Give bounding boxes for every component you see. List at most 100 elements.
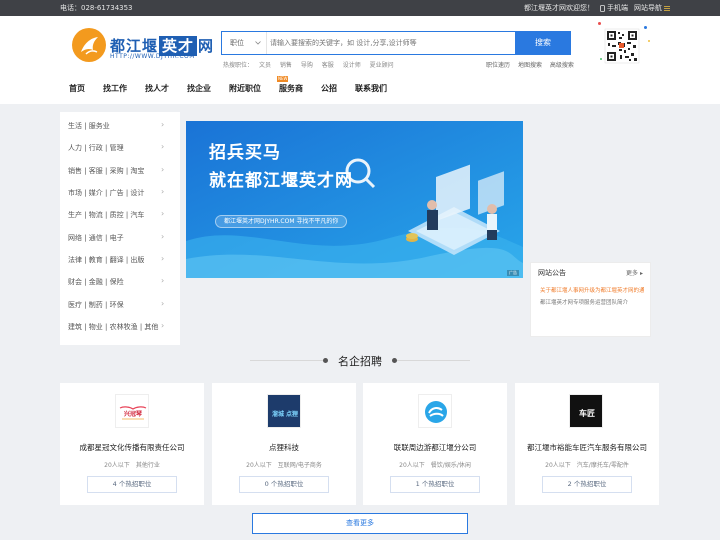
quick-links: 职位速历 地图搜索 高级搜索	[486, 60, 580, 69]
hot-searches: 热搜职位： 文员 销售 导购 客服 设计师 夏业顾问	[223, 60, 401, 69]
decorative-dot	[644, 26, 647, 29]
category-item[interactable]: 法律 | 教育 | 翻译 | 出版	[68, 255, 144, 265]
view-more-button[interactable]: 查看更多	[252, 513, 468, 534]
mobile-link[interactable]: 手机端	[600, 0, 628, 16]
hot-search-link[interactable]: 夏业顾问	[370, 62, 394, 69]
hot-search-link[interactable]: 文员	[259, 62, 271, 69]
company-size: 20人以下	[399, 462, 425, 469]
hot-search-link[interactable]: 导购	[301, 62, 313, 69]
chevron-down-icon	[255, 41, 261, 45]
new-badge: NEW	[277, 76, 289, 82]
hot-jobs-label: 个热招职位	[421, 480, 455, 488]
hot-search-link[interactable]: 销售	[280, 62, 292, 69]
quick-link-resume[interactable]: 职位速历	[486, 62, 510, 69]
company-name[interactable]: 都江堰市裕能车匠汽车服务有限公司	[515, 442, 659, 453]
category-item[interactable]: 销售 | 客服 | 采购 | 淘宝	[68, 166, 144, 176]
site-nav-link[interactable]: 网站导航	[634, 0, 670, 16]
hot-jobs-button[interactable]: 4 个热招职位	[87, 476, 177, 493]
hot-jobs-count: 4	[112, 480, 117, 488]
company-industry: 其他行业	[135, 462, 160, 469]
notice-title: 网站公告	[538, 269, 566, 277]
banner-tagline: 都江堰英才网DJYHR.COM 寻找不平凡的你	[215, 215, 348, 228]
company-size: 20人以下	[246, 462, 272, 469]
hot-jobs-count: 2	[567, 480, 572, 488]
company-meta: 20人以下 餐饮/娱乐/休闲	[363, 460, 507, 469]
hot-search-link[interactable]: 客服	[322, 62, 334, 69]
company-industry: 餐饮/娱乐/休闲	[430, 462, 471, 469]
company-industry: 汽车/摩托车/零配件	[576, 462, 629, 469]
nav-find-company[interactable]: 找企业	[187, 83, 211, 94]
notice-item[interactable]: 都江堰英才网专项服务运营团队简介	[540, 298, 644, 306]
hot-jobs-button[interactable]: 1 个热招职位	[390, 476, 480, 493]
hot-jobs-label: 个热招职位	[573, 480, 607, 488]
chevron-right-icon: ›	[161, 165, 165, 174]
company-meta: 20人以下 互联网/电子商务	[212, 460, 356, 469]
hot-jobs-label: 个热招职位	[118, 480, 152, 488]
company-logo: 车匠	[569, 394, 603, 428]
nav-home[interactable]: 首页	[69, 83, 85, 94]
hot-jobs-button[interactable]: 0 个热招职位	[239, 476, 329, 493]
top-bar-right: 都江堰英才网欢迎您！ 手机端 网站导航	[524, 0, 670, 16]
company-logo-text: 兴冠琴	[124, 410, 143, 418]
mobile-label: 手机端	[607, 4, 628, 12]
notice-item[interactable]: 关于都江堰人事网升级为都江堰英才网的通知	[540, 286, 644, 294]
company-name[interactable]: 点狸科技	[212, 442, 356, 453]
qr-code-icon	[604, 28, 640, 64]
quick-link-map-search[interactable]: 地图搜索	[518, 62, 542, 69]
chevron-right-icon: ›	[161, 254, 165, 263]
category-item[interactable]: 人力 | 行政 | 管理	[68, 143, 124, 153]
decorative-dot	[600, 58, 602, 60]
notice-more-label: 更多	[626, 270, 639, 277]
nav-service-providers[interactable]: 服务商	[279, 83, 303, 94]
company-industry: 互联网/电子商务	[277, 462, 322, 469]
company-logo-text: 溜城 点狸	[272, 410, 298, 418]
chevron-right-icon: ›	[161, 232, 165, 241]
hot-searches-label: 热搜职位：	[223, 62, 254, 69]
company-size: 20人以下	[545, 462, 571, 469]
site-nav-label: 网站导航	[634, 4, 662, 12]
nav-nearby-jobs[interactable]: 附近职位	[229, 83, 261, 94]
company-logo: 兴冠琴	[115, 394, 149, 428]
category-item[interactable]: 财会 | 金融 | 保险	[68, 277, 124, 287]
nav-find-job[interactable]: 找工作	[103, 83, 127, 94]
category-item[interactable]: 市场 | 媒介 | 广告 | 设计	[68, 188, 144, 198]
company-logo	[418, 394, 452, 428]
nav-find-talent[interactable]: 找人才	[145, 83, 169, 94]
search-type-label: 职位	[230, 39, 244, 47]
hot-jobs-count: 1	[415, 480, 420, 488]
company-name[interactable]: 成都星冠文化传播有限责任公司	[60, 442, 204, 453]
nav-public-recruitment[interactable]: 公招	[321, 83, 337, 94]
category-item[interactable]: 生活 | 服务业	[68, 121, 110, 131]
category-item[interactable]: 建筑 | 物业 | 农林牧渔 | 其他	[68, 322, 158, 332]
company-logo: 溜城 点狸	[267, 394, 301, 428]
phone-icon	[600, 4, 605, 12]
menu-icon	[664, 5, 670, 11]
hot-jobs-count: 0	[264, 480, 269, 488]
chevron-right-icon: ›	[161, 120, 165, 129]
chevron-right-icon: ›	[161, 209, 165, 218]
banner-headline-1: 招兵买马	[209, 143, 281, 163]
logo-text-c: 网	[198, 37, 215, 55]
category-item[interactable]: 医疗 | 制药 | 环保	[68, 300, 124, 310]
hot-jobs-button[interactable]: 2 个热招职位	[542, 476, 632, 493]
chevron-right-icon: ›	[161, 142, 165, 151]
search-input[interactable]	[270, 33, 510, 53]
category-item[interactable]: 生产 | 物流 | 质控 | 汽车	[68, 210, 144, 220]
company-logo-text: 车匠	[579, 408, 595, 418]
chevron-right-icon: ›	[161, 321, 165, 330]
section-title: 名企招聘	[338, 355, 382, 368]
company-name[interactable]: 联联周边游都江堰分公司	[363, 442, 507, 453]
hot-search-link[interactable]: 设计师	[343, 62, 361, 69]
notice-more-link[interactable]: 更多 ▸	[626, 268, 643, 277]
ad-tag: 广告	[507, 270, 519, 276]
quick-link-advanced-search[interactable]: 高级搜索	[550, 62, 574, 69]
search-type-select[interactable]: 职位	[222, 32, 267, 54]
chevron-right-icon: ›	[161, 276, 165, 285]
logo-icon[interactable]	[72, 28, 106, 62]
chevron-right-icon: ▸	[639, 270, 643, 277]
category-item[interactable]: 网络 | 通信 | 电子	[68, 233, 124, 243]
nav-contact-us[interactable]: 联系我们	[355, 83, 387, 94]
contact-phone: 电话：028-61734353	[60, 4, 133, 12]
chevron-right-icon: ›	[161, 187, 165, 196]
search-button[interactable]: 搜索	[515, 31, 571, 55]
